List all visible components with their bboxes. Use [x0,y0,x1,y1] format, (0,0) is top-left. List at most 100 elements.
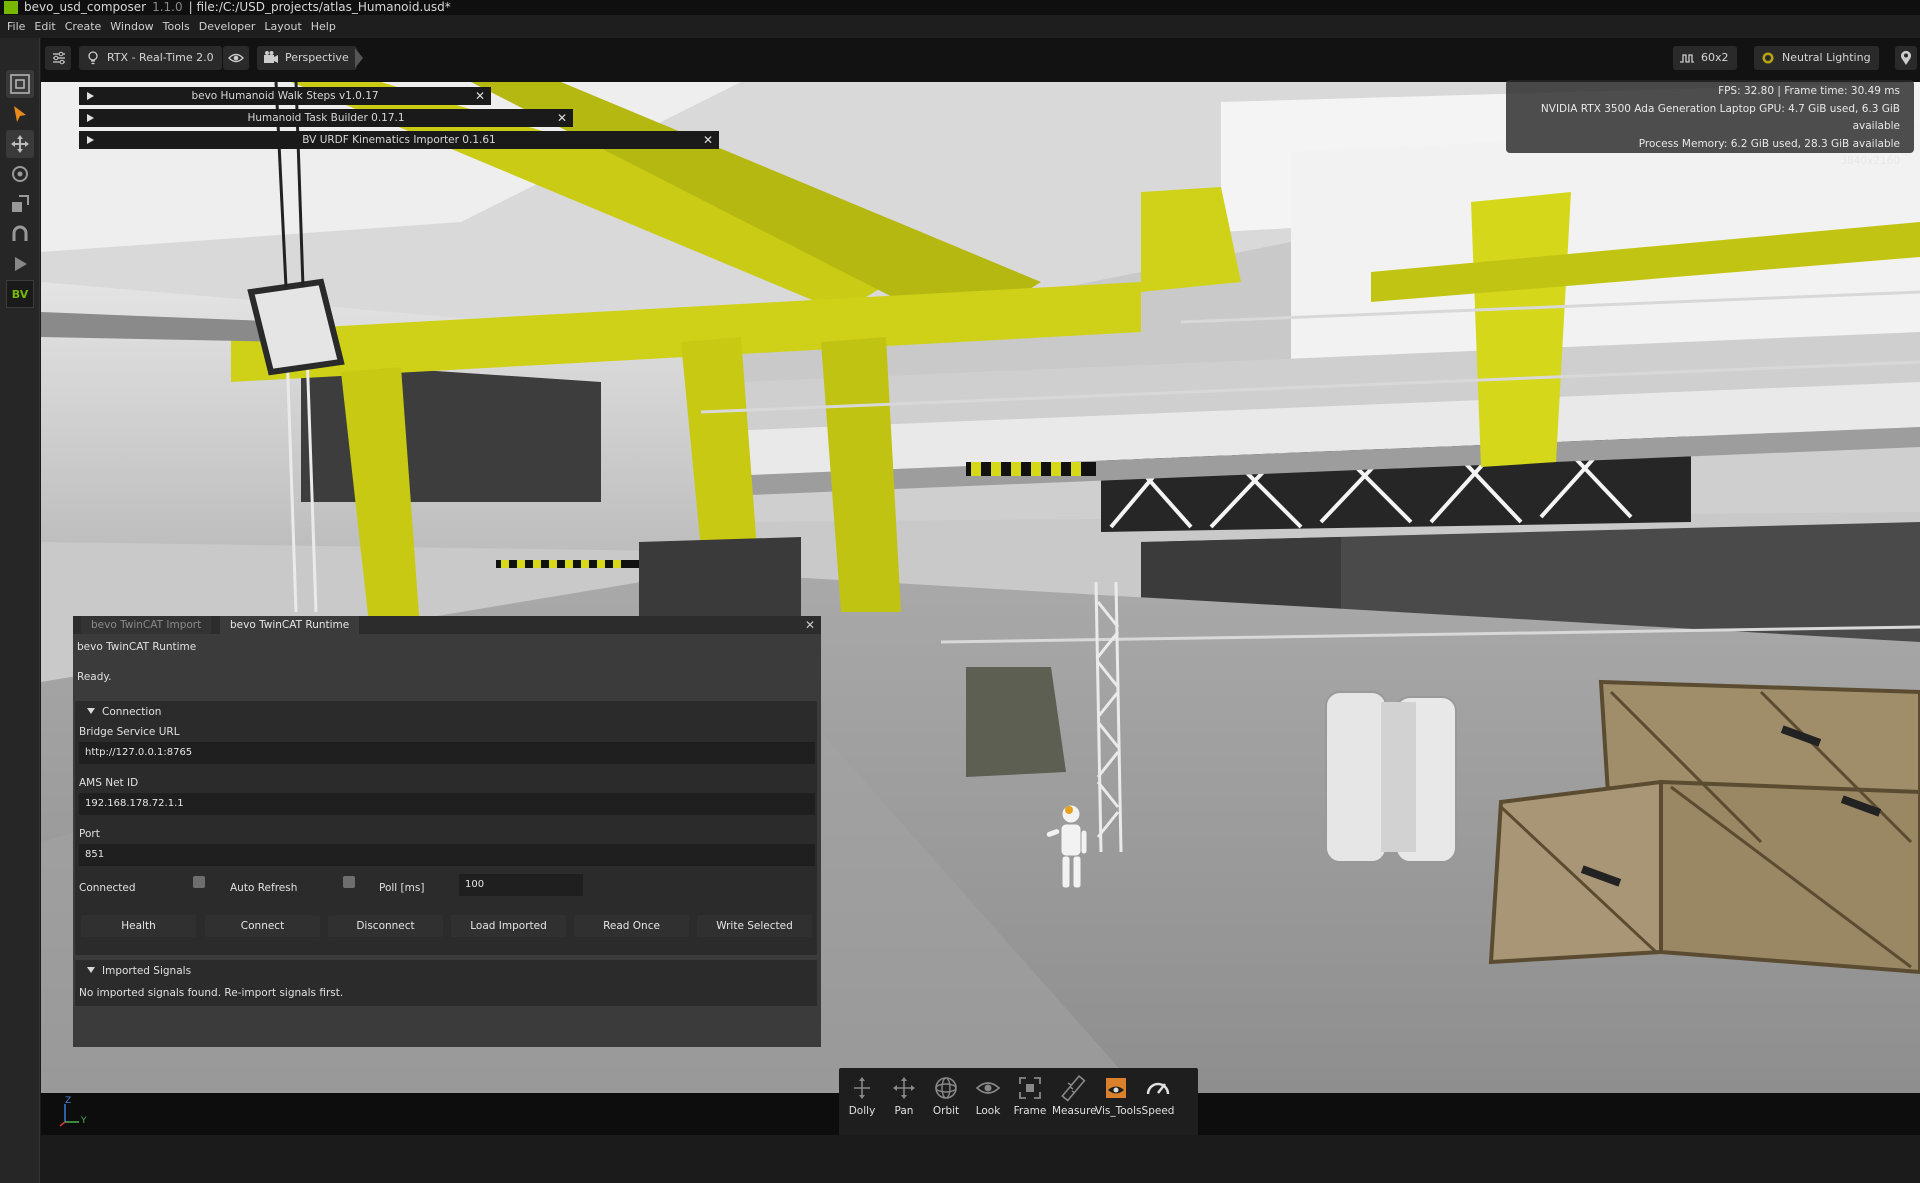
bv-logo[interactable]: BV [6,280,34,308]
menu-edit[interactable]: Edit [27,15,57,38]
title-separator: | [188,0,193,14]
imported-signals-section: Imported Signals No imported signals fou… [75,960,817,1006]
app-logo-icon [4,1,18,14]
status-text: Ready. [77,671,112,683]
bridge-url-input[interactable]: http://127.0.0.1:8765 [79,742,815,764]
connection-header[interactable]: Connection [75,701,817,723]
select-icon[interactable] [6,100,34,128]
expand-play-icon[interactable] [87,114,94,122]
menu-tools[interactable]: Tools [156,15,192,38]
connected-checkbox[interactable] [193,876,205,888]
resolution-button[interactable]: 60x2 [1673,46,1737,70]
menu-developer[interactable]: Developer [192,15,258,38]
close-icon[interactable]: ✕ [475,87,485,105]
viewport-settings-button[interactable] [45,46,71,70]
frame-tool[interactable]: Frame [1009,1074,1051,1117]
location-button[interactable] [1895,46,1917,70]
expand-play-icon[interactable] [87,136,94,144]
close-icon[interactable]: ✕ [703,131,713,149]
viewport-toolbar: RTX - Real-Time 2.0 Perspective 60x2 Neu… [41,38,1920,82]
viewport-settings-icon[interactable] [6,70,34,98]
ams-net-id-label: AMS Net ID [79,777,139,789]
menu-create[interactable]: Create [58,15,104,38]
speed-tool[interactable]: Speed [1137,1074,1179,1117]
scale-icon[interactable] [6,190,34,218]
action-buttons: Health Connect Disconnect Load Imported … [81,915,817,937]
menu-layout[interactable]: Layout [257,15,303,38]
resolution-label: 60x2 [1701,51,1729,64]
measure-tool[interactable]: Measure [1052,1074,1097,1117]
pin-icon [1901,50,1911,65]
menu-help[interactable]: Help [304,15,338,38]
frame-icon [1019,1077,1041,1099]
speed-icon [1146,1082,1170,1095]
camera-label: Perspective [285,51,349,64]
auto-refresh-label: Auto Refresh [230,882,298,894]
renderer-label: RTX - Real-Time 2.0 [107,51,214,64]
eye-icon [228,53,244,63]
sun-icon [1762,52,1774,64]
play-icon[interactable] [6,250,34,278]
connect-button[interactable]: Connect [205,915,320,937]
ams-net-id-input[interactable]: 192.168.178.72.1.1 [79,793,815,815]
lightbulb-icon [88,51,98,65]
menu-file[interactable]: File [0,15,27,38]
toolbar-expand-icon[interactable] [355,48,363,68]
extension-label: bevo Humanoid Walk Steps v1.0.17 [191,90,379,102]
visibility-button[interactable] [223,46,249,70]
connected-label: Connected [79,882,136,894]
port-label: Port [79,828,100,840]
renderer-button[interactable]: RTX - Real-Time 2.0 [79,46,222,70]
connection-section: Connection Bridge Service URL http://127… [75,701,817,955]
fps-readout: FPS: 32.80 | Frame time: 30.49 ms [1718,85,1900,97]
bridge-url-label: Bridge Service URL [79,726,180,738]
render-resolution: 3840x2160 [1840,155,1900,167]
panel-tabs: bevo TwinCAT Import bevo TwinCAT Runtime… [73,616,821,634]
collapse-caret-icon [87,967,95,973]
pan-icon [893,1077,915,1099]
vis-tools-icon [1106,1078,1126,1098]
menu-bar: File Edit Create Window Tools Developer Layout… [0,15,1920,38]
file-path: file:/C:/USD_projects/atlas_Humanoid.usd… [196,0,451,14]
disconnect-button[interactable]: Disconnect [328,915,443,937]
close-icon[interactable]: ✕ [557,109,567,127]
orbit-icon [935,1077,957,1099]
gpu-readout: NVIDIA RTX 3500 Ada Generation Laptop GP… [1540,102,1900,133]
menu-window[interactable]: Window [103,15,155,38]
expand-play-icon[interactable] [87,92,94,100]
memory-readout: Process Memory: 6.2 GiB used, 28.3 GiB a… [1638,137,1900,150]
tab-twincat-runtime[interactable]: bevo TwinCAT Runtime [220,616,360,634]
dolly-tool[interactable]: Dolly [841,1074,883,1117]
health-button[interactable]: Health [81,915,196,937]
look-icon [975,1082,1001,1094]
tab-twincat-import[interactable]: bevo TwinCAT Import [81,616,212,634]
snap-icon[interactable] [6,220,34,248]
orbit-tool[interactable]: Orbit [925,1074,967,1117]
vis-tools-tool[interactable]: Vis_Tools [1095,1074,1141,1117]
extension-urdf-importer[interactable]: BV URDF Kinematics Importer 0.1.61 ✕ [79,131,719,149]
sliders-icon [53,51,65,65]
lighting-button[interactable]: Neutral Lighting [1754,46,1879,70]
rotate-icon[interactable] [6,160,34,188]
auto-refresh-checkbox[interactable] [343,876,355,888]
extension-label: Humanoid Task Builder 0.17.1 [247,112,405,124]
poll-label: Poll [ms] [379,882,425,894]
load-imported-button[interactable]: Load Imported [451,915,566,937]
app-name: bevo_usd_composer [24,0,147,14]
navigation-dock: Dolly Pan Orbit Look Frame Measure Vis_T… [839,1068,1198,1135]
lighting-label: Neutral Lighting [1782,51,1871,64]
write-selected-button[interactable]: Write Selected [697,915,812,937]
performance-stats: FPS: 32.80 | Frame time: 30.49 ms NVIDIA… [1506,80,1914,167]
look-tool[interactable]: Look [967,1074,1009,1117]
close-icon[interactable]: ✕ [805,616,815,634]
extension-task-builder[interactable]: Humanoid Task Builder 0.17.1 ✕ [79,109,573,127]
poll-input[interactable]: 100 [459,874,583,896]
imported-signals-header[interactable]: Imported Signals [75,960,817,982]
read-once-button[interactable]: Read Once [574,915,689,937]
move-icon[interactable] [6,130,34,158]
camera-button[interactable]: Perspective [257,46,357,70]
port-input[interactable]: 851 [79,844,815,866]
extension-walk-steps[interactable]: bevo Humanoid Walk Steps v1.0.17 ✕ [79,87,491,105]
pan-tool[interactable]: Pan [883,1074,925,1117]
app-version: 1.1.0 [152,0,183,14]
